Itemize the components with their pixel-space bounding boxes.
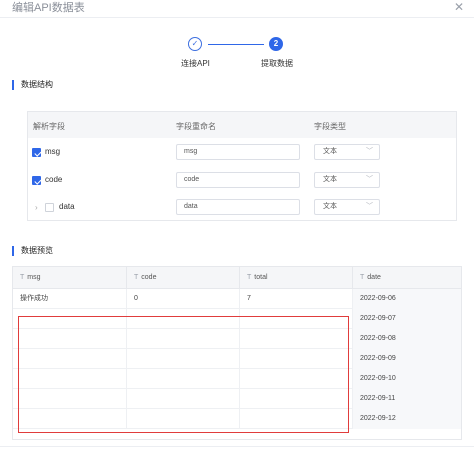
column-header-label: msg <box>27 274 41 281</box>
empty-data-highlight-box <box>18 316 349 433</box>
column-header-label: code <box>141 274 157 281</box>
column-header-date: Tdate <box>353 267 461 289</box>
field-row-data: › data data 文本 ﹀ <box>28 195 456 223</box>
rename-input-data[interactable]: data <box>176 199 300 215</box>
field-checkbox-data[interactable] <box>45 203 54 212</box>
text-type-icon: T <box>360 274 365 281</box>
table-cell: 2022-09-09 <box>353 349 461 369</box>
dialog-title-bar: 编辑API数据表 ✕ <box>0 0 474 18</box>
table-row: 操作成功 0 7 2022-09-06 <box>13 289 461 309</box>
type-select-value: 文本 <box>323 176 337 183</box>
text-type-icon: T <box>134 274 139 281</box>
section-title-structure: 数据结构 <box>12 80 53 90</box>
column-header-label: total <box>254 274 268 281</box>
step-done-check-icon: ✓ <box>188 37 202 51</box>
field-name-data: data <box>59 202 75 211</box>
table-cell: 2022-09-06 <box>353 289 461 309</box>
column-header-msg: Tmsg <box>13 267 127 289</box>
dialog-title: 编辑API数据表 <box>12 2 85 14</box>
chevron-down-icon: ﹀ <box>366 203 373 210</box>
column-header-rename: 字段重命名 <box>176 122 216 131</box>
table-cell: 2022-09-10 <box>353 369 461 389</box>
chevron-down-icon: ﹀ <box>366 176 373 183</box>
text-type-icon: T <box>20 274 25 281</box>
type-select-msg[interactable]: 文本 ﹀ <box>314 144 380 160</box>
table-cell: 7 <box>240 289 353 309</box>
stepper-connector <box>208 44 264 45</box>
section-title-preview: 数据预览 <box>12 246 53 256</box>
column-header-label: date <box>367 274 381 281</box>
table-cell: 2022-09-07 <box>353 309 461 329</box>
text-type-icon: T <box>247 274 252 281</box>
table-cell: 2022-09-12 <box>353 409 461 429</box>
type-select-value: 文本 <box>323 148 337 155</box>
table-cell: 操作成功 <box>13 289 127 309</box>
preview-table-header: Tmsg Tcode Ttotal Tdate <box>13 267 461 289</box>
type-select-code[interactable]: 文本 ﹀ <box>314 172 380 188</box>
rename-input-code[interactable]: code <box>176 172 300 188</box>
field-checkbox-code[interactable] <box>32 176 41 185</box>
type-select-data[interactable]: 文本 ﹀ <box>314 199 380 215</box>
close-icon[interactable]: ✕ <box>452 0 466 14</box>
table-cell: 0 <box>127 289 240 309</box>
column-header-parse-field: 解析字段 <box>33 122 65 131</box>
step-number-badge: 2 <box>269 37 283 51</box>
field-row-code: code code 文本 ﹀ <box>28 168 456 196</box>
table-cell: 2022-09-08 <box>353 329 461 349</box>
chevron-down-icon: ﹀ <box>366 148 373 155</box>
dialog-footer <box>0 446 474 476</box>
step-label-connect-api[interactable]: 连接API <box>181 58 210 69</box>
field-name-msg: msg <box>45 147 61 156</box>
step-label-extract-data[interactable]: 提取数据 <box>261 58 293 69</box>
rename-input-msg[interactable]: msg <box>176 144 300 160</box>
table-cell: 2022-09-11 <box>353 389 461 409</box>
column-header-code: Tcode <box>127 267 240 289</box>
field-name-code: code <box>45 175 63 184</box>
edit-api-table-dialog: 编辑API数据表 ✕ ✓ 2 连接API 提取数据 数据结构 解析字段 字段重命… <box>0 0 474 476</box>
type-select-value: 文本 <box>323 203 337 210</box>
column-header-total: Ttotal <box>240 267 353 289</box>
structure-table-header: 解析字段 字段重命名 字段类型 <box>28 112 456 138</box>
field-row-msg: msg msg 文本 ﹀ <box>28 140 456 168</box>
column-header-field-type: 字段类型 <box>314 122 346 131</box>
chevron-right-icon[interactable]: › <box>35 203 38 212</box>
structure-table: 解析字段 字段重命名 字段类型 msg msg 文本 ﹀ code code 文… <box>27 111 457 221</box>
stepper: ✓ 2 连接API 提取数据 <box>0 36 474 70</box>
field-checkbox-msg[interactable] <box>32 148 41 157</box>
